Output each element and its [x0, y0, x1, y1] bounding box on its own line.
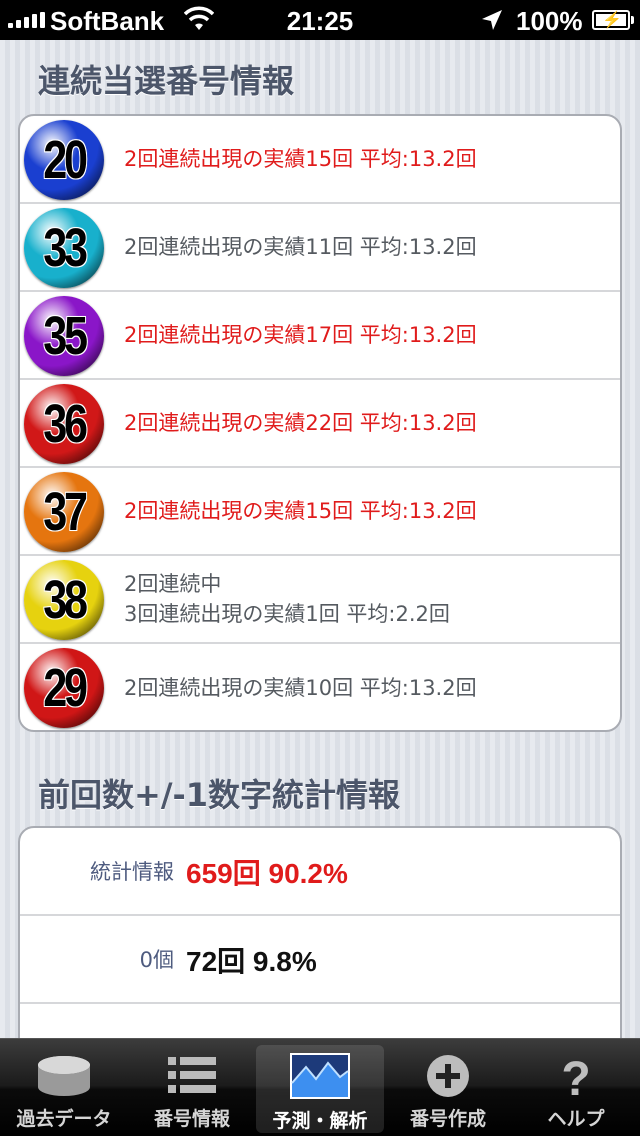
location-arrow-icon: [482, 10, 502, 30]
row-description: 2回連続出現の実績10回 平均:13.2回: [124, 673, 610, 703]
list-item[interactable]: 33 2回連続出現の実績11回 平均:13.2回: [20, 204, 620, 292]
ball-number: 33: [42, 217, 88, 279]
tab-chart[interactable]: 予測・解析: [256, 1045, 384, 1133]
section-title-consecutive: 連続当選番号情報: [38, 62, 295, 100]
row-text-line: 2回連続出現の実績17回 平均:13.2回: [124, 323, 477, 347]
number-ball: 36: [24, 384, 104, 464]
ball-number: 20: [42, 129, 88, 191]
number-ball: 29: [24, 648, 104, 728]
row-text-line: 2回連続中: [124, 572, 222, 596]
stat-value: 72回 9.8%: [186, 946, 317, 977]
ball-number: 38: [42, 569, 88, 631]
row-description: 2回連続出現の実績15回 平均:13.2回: [124, 144, 610, 174]
number-ball: 35: [24, 296, 104, 376]
stat-label: 0個: [139, 948, 174, 972]
number-ball: 37: [24, 472, 104, 552]
row-text-line: 2回連続出現の実績11回 平均:13.2回: [124, 235, 477, 259]
add-circle-icon: [418, 1053, 478, 1099]
battery-percent: 100%: [516, 6, 583, 36]
row-description: 2回連続出現の実績22回 平均:13.2回: [124, 408, 610, 438]
ball-number: 29: [42, 657, 88, 719]
number-ball: 38: [24, 560, 104, 640]
consecutive-list: 20 2回連続出現の実績15回 平均:13.2回 33 2回連続出現の実績11回 平均…: [18, 114, 622, 732]
tab-label: ヘルプ: [547, 1108, 605, 1130]
tab-bar: 過去データ 番号情報 予測・解析 番号作成? ヘルプ: [0, 1038, 640, 1136]
row-text-line: 2回連続出現の実績15回 平均:13.2回: [124, 499, 477, 523]
list-item[interactable]: 37 2回連続出現の実績15回 平均:13.2回: [20, 468, 620, 556]
stats-table: 統計情報 659回 90.2% 0個 72回 9.8%: [18, 826, 622, 1038]
status-bar: SoftBank 21:25 100% ⚡: [0, 0, 640, 40]
row-text-line: 2回連続出現の実績10回 平均:13.2回: [124, 676, 477, 700]
tab-label: 番号情報: [153, 1108, 230, 1130]
section-title-stats: 前回数+/-1数字統計情報: [38, 776, 401, 814]
stat-row[interactable]: 0個 72回 9.8%: [20, 916, 620, 1004]
help-icon: ?: [546, 1053, 606, 1106]
battery-icon: ⚡: [592, 10, 634, 30]
stat-row[interactable]: [20, 1004, 620, 1038]
ball-number: 36: [42, 393, 88, 455]
stat-row[interactable]: 統計情報 659回 90.2%: [20, 828, 620, 916]
list-icon: [162, 1053, 222, 1099]
list-item[interactable]: 35 2回連続出現の実績17回 平均:13.2回: [20, 292, 620, 380]
list-item[interactable]: 36 2回連続出現の実績22回 平均:13.2回: [20, 380, 620, 468]
stat-label: 統計情報: [90, 860, 174, 884]
row-description: 2回連続出現の実績15回 平均:13.2回: [124, 496, 610, 526]
list-item[interactable]: 20 2回連続出現の実績15回 平均:13.2回: [20, 116, 620, 204]
row-description: 2回連続出現の実績17回 平均:13.2回: [124, 320, 610, 350]
number-ball: 20: [24, 120, 104, 200]
main-content[interactable]: 連続当選番号情報 20 2回連続出現の実績15回 平均:13.2回 33 2回連続出現…: [0, 40, 640, 1038]
tab-label: 過去データ: [16, 1108, 112, 1130]
tab-label: 番号作成: [409, 1108, 486, 1130]
database-icon: [34, 1053, 94, 1099]
number-ball: 33: [24, 208, 104, 288]
tab-database[interactable]: 過去データ: [0, 1039, 128, 1136]
ball-number: 35: [42, 305, 88, 367]
row-description: 2回連続中 3回連続出現の実績1回 平均:2.2回: [124, 569, 610, 629]
ball-number: 37: [42, 481, 88, 543]
tab-add-circle[interactable]: 番号作成: [384, 1039, 512, 1136]
svg-text:?: ?: [561, 1053, 590, 1099]
tab-label: 予測・解析: [272, 1110, 368, 1132]
row-text-line: 3回連続出現の実績1回 平均:2.2回: [124, 602, 450, 626]
tab-list[interactable]: 番号情報: [128, 1039, 256, 1136]
list-item[interactable]: 29 2回連続出現の実績10回 平均:13.2回: [20, 644, 620, 730]
chart-icon: [290, 1053, 350, 1099]
tab-help[interactable]: ? ヘルプ: [512, 1039, 640, 1136]
row-text-line: 2回連続出現の実績22回 平均:13.2回: [124, 411, 477, 435]
stat-value: 659回 90.2%: [186, 858, 348, 889]
list-item[interactable]: 38 2回連続中 3回連続出現の実績1回 平均:2.2回: [20, 556, 620, 644]
row-text-line: 2回連続出現の実績15回 平均:13.2回: [124, 147, 477, 171]
row-description: 2回連続出現の実績11回 平均:13.2回: [124, 232, 610, 262]
